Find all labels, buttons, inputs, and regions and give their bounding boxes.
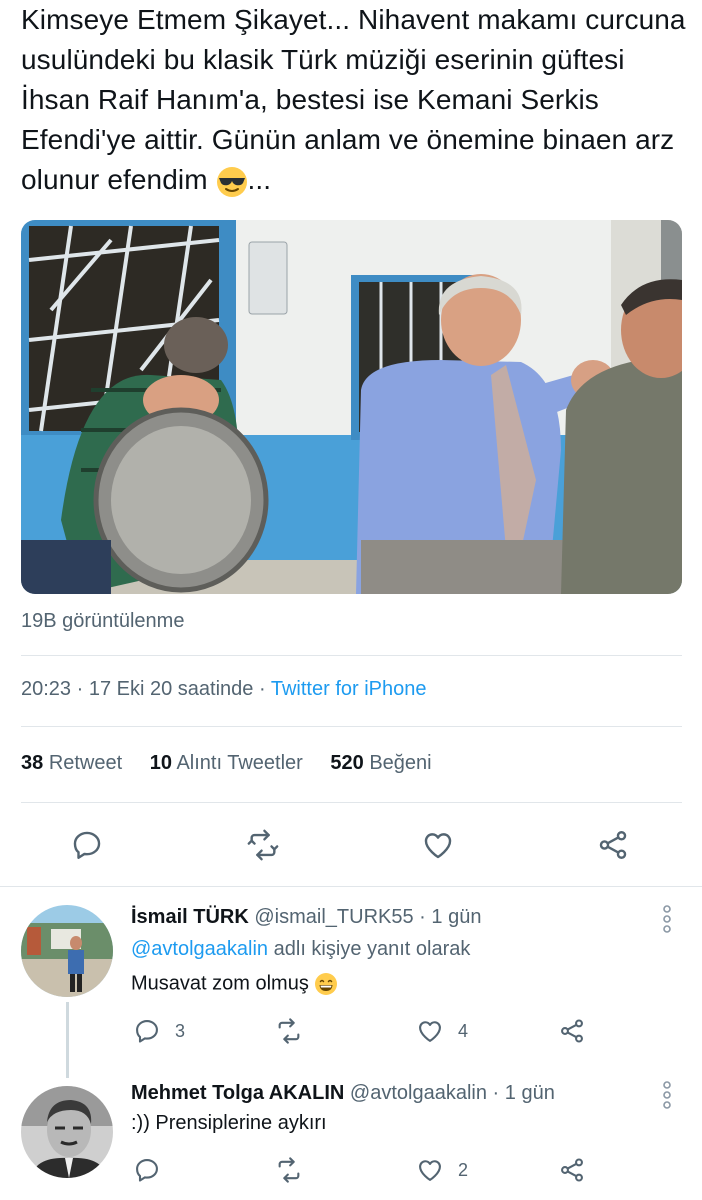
separator-dot: · (492, 1082, 500, 1104)
quotes-stat[interactable]: 10 Alıntı Tweetler (150, 752, 303, 774)
grinning-emoji-icon (315, 973, 338, 995)
divider (0, 886, 702, 887)
more-options-icon[interactable] (659, 1080, 675, 1110)
retweet-icon (278, 1018, 300, 1044)
thread-line (66, 1002, 69, 1078)
reply-action[interactable]: 3 (133, 1017, 193, 1045)
engagement-stats: 38 Retweet 10 Alıntı Tweetler 520 Beğeni (21, 752, 454, 775)
reply-time[interactable]: 1 gün (431, 906, 481, 928)
video-thumbnail (21, 220, 682, 594)
tweet-ellipsis: ... (247, 164, 272, 195)
tweet-date[interactable]: 17 Eki 20 saatinde (89, 678, 254, 700)
reply-icon (136, 1159, 158, 1182)
separator-dot: · (258, 678, 266, 700)
tweet-time[interactable]: 20:23 (21, 678, 71, 700)
separator-dot: · (419, 906, 426, 928)
reply-author-name[interactable]: Mehmet Tolga AKALIN (131, 1082, 344, 1104)
reply-author-handle[interactable]: @avtolgaakalin (350, 1082, 487, 1104)
divider (21, 726, 682, 727)
tweet-text: Kimseye Etmem Şikayet... Nihavent makamı… (21, 0, 691, 200)
avatar[interactable] (21, 905, 113, 997)
quotes-count: 10 (149, 752, 172, 774)
reply-author-name[interactable]: İsmail TÜRK (131, 906, 249, 928)
likes-count: 520 (330, 752, 364, 774)
tweet-media-video[interactable] (21, 220, 682, 594)
view-count: 19B görüntülenme (21, 610, 185, 632)
reply-author-handle[interactable]: @ismail_TURK55 (254, 906, 413, 928)
retweets-stat[interactable]: 38 Retweet (21, 752, 122, 774)
tweet-body: Kimseye Etmem Şikayet... Nihavent makamı… (21, 4, 686, 195)
like-action[interactable]: 2 (416, 1156, 476, 1184)
reply-context: @avtolgaakalin adlı kişiye yanıt olarak (131, 938, 470, 961)
share-action[interactable] (558, 1156, 590, 1184)
quotes-label: Alıntı Tweetler (176, 752, 303, 774)
more-options-icon[interactable] (659, 904, 675, 934)
retweets-label: Retweet (48, 752, 123, 774)
share-icon (561, 1019, 583, 1043)
separator-dot: · (76, 678, 84, 700)
reply-text: :)) Prensiplerine aykırı (131, 1112, 327, 1134)
retweet-icon (278, 1157, 300, 1183)
tweet-action-bar (0, 822, 702, 868)
reply-time[interactable]: 1 gün (505, 1082, 555, 1104)
retweet-action[interactable] (274, 1156, 334, 1184)
replying-to-mention[interactable]: @avtolgaakalin (131, 938, 268, 960)
reply-icon (136, 1020, 158, 1043)
sunglasses-emoji-icon (216, 166, 247, 197)
like-action[interactable]: 4 (416, 1017, 476, 1045)
reply-text: Musavat zom olmuş (131, 972, 338, 996)
like-icon (419, 1160, 441, 1181)
avatar-image (21, 905, 113, 997)
reply-body: Musavat zom olmuş (131, 972, 309, 995)
reply-icon[interactable] (70, 828, 104, 862)
avatar[interactable] (21, 1086, 113, 1178)
divider (21, 802, 682, 803)
retweet-action[interactable] (274, 1017, 334, 1045)
like-icon (419, 1021, 441, 1042)
reply-header: İsmail TÜRK @ismail_TURK55 · 1 gün (131, 906, 481, 929)
share-action[interactable] (558, 1017, 590, 1045)
reply-header: Mehmet Tolga AKALIN @avtolgaakalin · 1 g… (131, 1082, 555, 1105)
likes-label: Beğeni (369, 752, 432, 774)
divider (21, 655, 682, 656)
share-icon (561, 1158, 583, 1182)
retweets-count: 38 (21, 752, 44, 774)
retweet-icon[interactable] (246, 828, 280, 862)
tweet-source-link[interactable]: Twitter for iPhone (271, 678, 427, 700)
avatar-image (21, 1086, 113, 1178)
like-count: 4 (458, 1021, 469, 1041)
replying-to-label: adlı kişiye yanıt olarak (273, 938, 471, 960)
like-count: 2 (458, 1160, 469, 1180)
share-icon[interactable] (596, 828, 630, 862)
tweet-timestamp: 20:23 · 17 Eki 20 saatinde · Twitter for… (21, 678, 426, 701)
reply-count: 3 (175, 1021, 186, 1041)
like-icon[interactable] (421, 828, 455, 862)
reply-action[interactable] (133, 1156, 193, 1184)
likes-stat[interactable]: 520 Beğeni (330, 752, 431, 774)
